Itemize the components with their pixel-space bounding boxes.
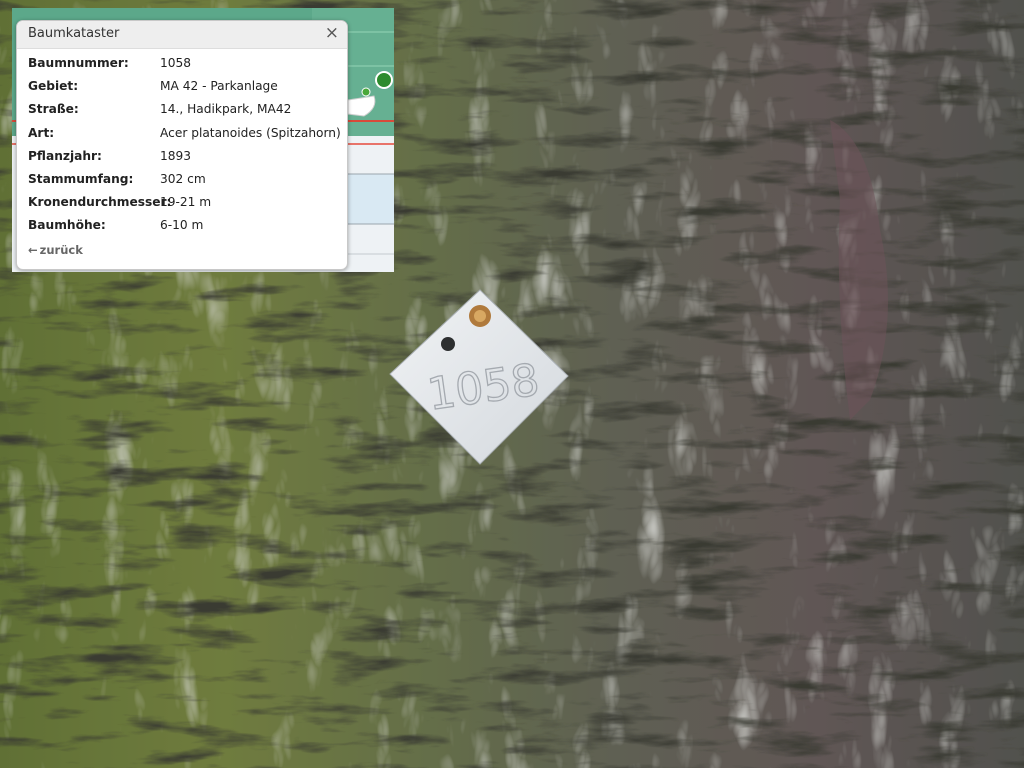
attribute-value: 302 cm bbox=[160, 171, 206, 186]
attribute-value: MA 42 - Parkanlage bbox=[160, 79, 278, 94]
close-icon[interactable]: × bbox=[325, 23, 339, 43]
attribute-value: Acer platanoides (Spitzahorn) bbox=[160, 125, 341, 140]
attribute-label: Baumhöhe: bbox=[28, 218, 106, 233]
arrow-left-icon: ← bbox=[28, 243, 38, 257]
attribute-label: Gebiet: bbox=[28, 79, 79, 94]
attribute-label: Baumnummer: bbox=[28, 56, 129, 70]
attribute-value: 1893 bbox=[160, 148, 192, 163]
back-link[interactable]: ← zurück bbox=[28, 243, 83, 257]
back-label: zurück bbox=[39, 243, 83, 257]
attribute-label: Straße: bbox=[28, 102, 79, 117]
tree-marker-icon[interactable] bbox=[375, 71, 393, 89]
popup-title: Baumkataster bbox=[28, 26, 120, 41]
attribute-value: 19-21 m bbox=[160, 195, 212, 210]
attribute-value: 14., Hadikpark, MA42 bbox=[160, 102, 292, 117]
attribute-label: Art: bbox=[28, 125, 55, 140]
attribute-value: 6-10 m bbox=[160, 218, 204, 233]
tree-info-popup: Baumkataster × Baumnummer: 1058 Gebiet: MA… bbox=[16, 20, 348, 270]
attribute-value: 1058 bbox=[160, 56, 192, 70]
popup-header: Baumkataster × bbox=[17, 21, 347, 49]
attribute-label: Kronendurchmesser: bbox=[28, 195, 172, 210]
map-popup-screenshot: Baumkataster × Baumnummer: 1058 Gebiet: MA… bbox=[12, 8, 394, 272]
attribute-label: Stammumfang: bbox=[28, 171, 134, 186]
small-marker-icon[interactable] bbox=[361, 87, 371, 97]
attribute-label: Pflanzjahr: bbox=[28, 148, 102, 163]
